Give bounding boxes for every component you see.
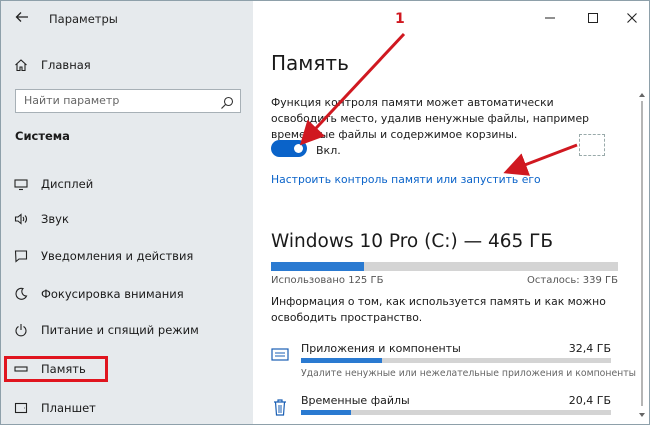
section-title: Система	[15, 129, 70, 143]
toggle-knob	[294, 144, 303, 153]
search-field[interactable]	[15, 89, 241, 113]
annotation-number: 1	[395, 11, 405, 27]
sidebar-item-label: Главная	[41, 58, 91, 72]
sidebar-item-power[interactable]: Питание и спящий режим	[1, 317, 253, 343]
storage-sense-description: Функция контроля памяти может автоматиче…	[271, 96, 589, 141]
main-panel: Память Функция контроля памяти может авт…	[253, 1, 649, 424]
drive-title: Windows 10 Pro (C:) — 465 ГБ	[271, 231, 554, 252]
used-space-label: Использовано 125 ГБ	[271, 275, 384, 286]
notifications-icon	[14, 249, 28, 263]
sidebar-item-sound[interactable]: Звук	[1, 206, 253, 232]
sidebar: Параметры Главная Система Дисплей Звук	[1, 1, 253, 424]
category-size: 20,4 ГБ	[568, 394, 611, 407]
scrollbar[interactable]	[637, 91, 647, 421]
selected-item-highlight	[4, 356, 108, 382]
focus-assist-icon	[14, 287, 28, 301]
settings-window: Параметры Главная Система Дисплей Звук	[0, 0, 650, 425]
page-title: Память	[271, 51, 349, 75]
configure-storage-sense-link[interactable]: Настроить контроль памяти или запустить …	[271, 173, 541, 186]
category-apps[interactable]: Приложения и компоненты 32,4 ГБ Удалите …	[271, 342, 636, 384]
category-bar-fill	[301, 410, 351, 415]
category-bar-fill	[301, 358, 382, 363]
sidebar-item-home[interactable]: Главная	[1, 52, 253, 78]
category-bar	[301, 358, 611, 363]
drive-usage-fill	[271, 262, 365, 271]
category-description: Удалите ненужные или нежелательные прило…	[301, 368, 637, 379]
display-icon	[14, 177, 28, 191]
sidebar-item-label: Дисплей	[41, 177, 94, 191]
power-icon	[14, 323, 28, 337]
sidebar-item-label: Звук	[41, 212, 69, 226]
minimize-icon[interactable]	[543, 11, 557, 25]
sidebar-item-tablet[interactable]: Планшет	[1, 395, 253, 421]
close-icon[interactable]	[625, 11, 639, 25]
sidebar-item-focus-assist[interactable]: Фокусировка внимания	[1, 281, 253, 307]
category-bar	[301, 410, 611, 415]
sound-icon	[14, 212, 28, 226]
sidebar-item-label: Планшет	[41, 401, 96, 415]
sidebar-item-notifications[interactable]: Уведомления и действия	[1, 243, 253, 269]
storage-info-text: Информация о том, как используется памят…	[271, 295, 606, 324]
window-title: Параметры	[49, 12, 118, 26]
toggle-state-label: Вкл.	[316, 144, 341, 157]
sidebar-item-label: Питание и спящий режим	[41, 323, 199, 337]
category-size: 32,4 ГБ	[568, 342, 611, 355]
focus-placeholder	[579, 134, 605, 156]
drive-usage-bar	[271, 262, 618, 271]
maximize-icon[interactable]	[586, 11, 600, 25]
back-arrow-icon[interactable]	[15, 10, 29, 28]
apps-icon	[271, 346, 289, 364]
home-icon	[14, 58, 28, 72]
storage-sense-toggle[interactable]	[271, 140, 307, 157]
search-icon[interactable]	[220, 95, 234, 109]
search-input[interactable]	[24, 94, 214, 107]
category-name: Приложения и компоненты	[301, 342, 461, 355]
tablet-icon	[14, 401, 28, 415]
sidebar-item-label: Уведомления и действия	[41, 249, 194, 263]
category-temp-files[interactable]: Временные файлы 20,4 ГБ	[271, 394, 621, 424]
free-space-label: Осталось: 339 ГБ	[527, 275, 618, 286]
trash-icon	[271, 398, 289, 416]
sidebar-item-label: Фокусировка внимания	[41, 287, 184, 301]
sidebar-item-display[interactable]: Дисплей	[1, 171, 253, 197]
category-name: Временные файлы	[301, 394, 410, 407]
